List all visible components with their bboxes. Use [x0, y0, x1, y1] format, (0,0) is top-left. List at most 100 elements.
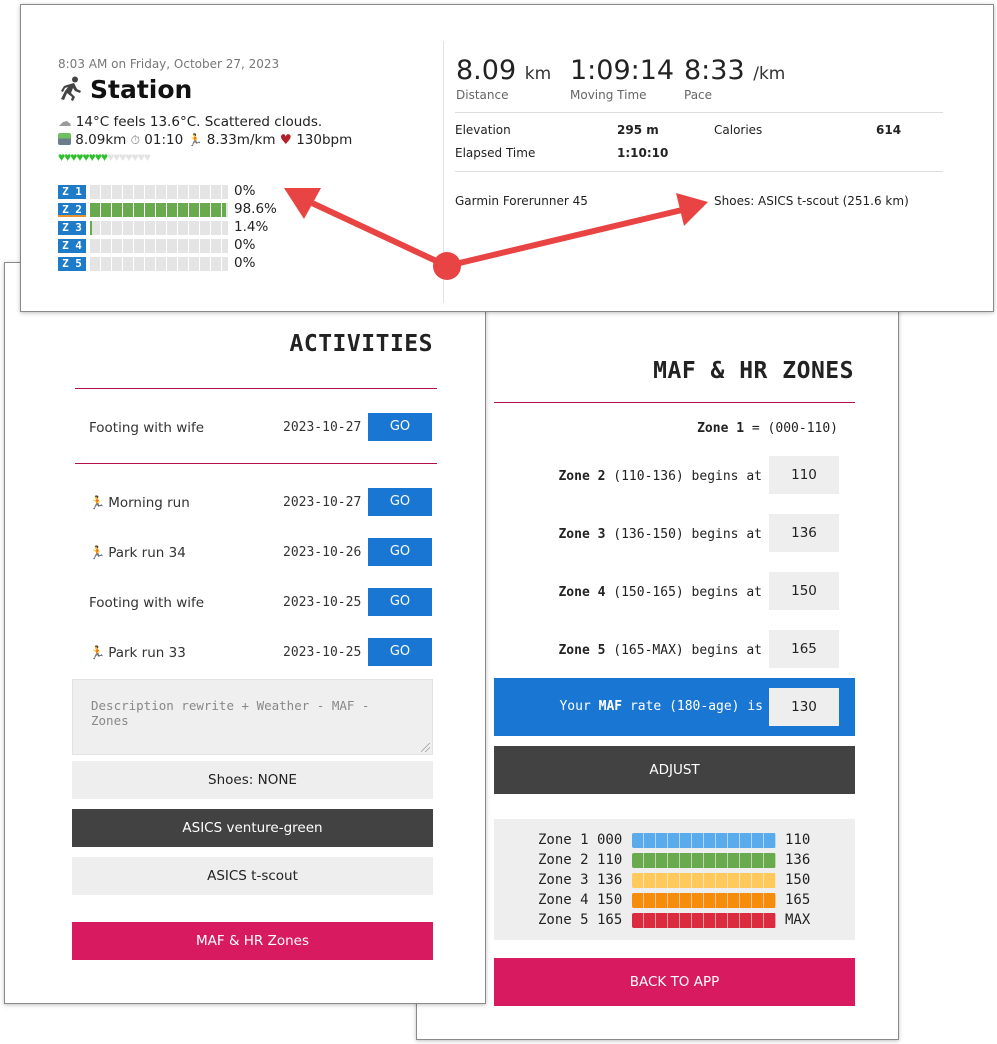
activity-name: Footing with wife	[89, 420, 205, 436]
summary-distance: 8.09km	[75, 132, 127, 148]
activity-row[interactable]: Footing with wife 2023-10-25 GO	[75, 588, 435, 618]
zone-5-input[interactable]: 165	[769, 630, 839, 668]
zone-track	[90, 203, 228, 217]
adjust-button[interactable]: ADJUST	[494, 746, 855, 794]
activity-row[interactable]: 🏃 Park run 33 2023-10-25 GO	[75, 638, 435, 668]
moving-time-value: 1:09:14	[570, 55, 675, 86]
activity-name: 🏃 Park run 33	[89, 645, 186, 661]
zone-chart-bar	[632, 833, 776, 848]
zone-chart-label: Zone 5 165	[538, 912, 623, 928]
zone-1-name: Zone 1	[697, 421, 745, 436]
weather-text: 14°C feels 13.6°C. Scattered clouds.	[75, 114, 323, 130]
zone-4-input[interactable]: 150	[769, 572, 839, 610]
zone-chart-row-3: Zone 3 136 150	[494, 871, 855, 889]
go-button[interactable]: GO	[368, 413, 432, 441]
zone-chart-label: Zone 3 136	[538, 872, 623, 888]
moving-time-label: Moving Time	[570, 88, 647, 102]
zone-3-input[interactable]: 136	[769, 514, 839, 552]
maf-prefix: Your	[559, 699, 591, 714]
pace-stat: 8:33 /km Pace	[684, 55, 785, 102]
cloud-icon: ☁	[58, 114, 72, 130]
activity-name: Station	[90, 75, 193, 104]
zone-fill	[90, 221, 92, 235]
go-button[interactable]: GO	[368, 538, 432, 566]
elapsed-label: Elapsed Time	[455, 146, 536, 160]
go-button[interactable]: GO	[368, 488, 432, 516]
zone-2-input[interactable]: 110	[769, 456, 839, 494]
zone-track	[90, 239, 228, 253]
activity-name: 🏃 Morning run	[89, 495, 190, 511]
distance-unit: km	[524, 64, 552, 84]
zone-4-label: Zone 4 (150-165) begins at	[558, 585, 762, 600]
distance-label: Distance	[456, 88, 509, 102]
elevation-value: 295 m	[617, 123, 659, 137]
title-divider	[75, 388, 437, 389]
summary-pace: 8.33m/km	[206, 132, 276, 148]
activity-divider	[75, 463, 437, 464]
pace-value: 8:33	[684, 55, 745, 86]
zone-4-name: Zone 4	[558, 585, 606, 600]
zone-track	[90, 257, 228, 271]
activities-title: ACTIVITIES	[289, 331, 433, 357]
zone-5-label: Zone 5 (165-MAX) begins at	[558, 643, 762, 658]
stopwatch-icon: ⏱	[130, 133, 140, 147]
maf-word: MAF	[598, 699, 623, 714]
resize-grip-icon[interactable]	[421, 743, 430, 752]
zone-chart-end: MAX	[785, 912, 811, 928]
heart-icon: ♥	[143, 150, 151, 164]
activity-row[interactable]: 🏃 Park run 34 2023-10-26 GO	[75, 538, 435, 568]
shoe-option-venture-green[interactable]: ASICS venture-green	[72, 809, 433, 847]
maf-hr-zones-button[interactable]: MAF & HR Zones	[72, 922, 433, 960]
back-to-app-button[interactable]: BACK TO APP	[494, 958, 855, 1006]
vertical-divider	[443, 41, 444, 303]
activities-panel: ACTIVITIES Footing with wife 2023-10-27 …	[4, 262, 486, 1004]
activity-summary-panel: 8:03 AM on Friday, October 27, 2023 Stat…	[20, 4, 994, 312]
zone-chart-label: Zone 1 000	[538, 832, 623, 848]
runner-icon: 🏃	[89, 496, 106, 511]
zone-percent: 0%	[234, 255, 256, 271]
description-textarea[interactable]: Description rewrite + Weather - MAF - Zo…	[72, 679, 433, 755]
moving-time-stat: 1:09:14 Moving Time	[570, 55, 674, 102]
zone-badge: Z 5	[58, 257, 86, 271]
activity-row[interactable]: Footing with wife 2023-10-27 GO	[75, 413, 435, 443]
details-divider	[455, 171, 943, 172]
zone-2-label: Zone 2 (110-136) begins at	[558, 469, 762, 484]
maf-rate-input[interactable]: 130	[769, 688, 839, 726]
maf-hr-zones-panel: MAF & HR ZONES Zone 1 = (000-110) Zone 2…	[416, 300, 899, 1040]
activity-name: Footing with wife	[89, 595, 205, 611]
distance-stat: 8.09 km Distance	[456, 55, 551, 102]
runner-icon: 🏃	[89, 546, 106, 561]
title-divider	[494, 402, 855, 403]
zone-badge: Z 1	[58, 185, 86, 199]
shoe-option-none[interactable]: Shoes: NONE	[72, 761, 433, 799]
zone-chart-label: Zone 4 150	[538, 892, 623, 908]
distance-value: 8.09	[456, 55, 517, 86]
zone-badge: Z 4	[58, 239, 86, 253]
activity-row[interactable]: 🏃 Morning run 2023-10-27 GO	[75, 488, 435, 518]
go-button[interactable]: GO	[368, 638, 432, 666]
zone-chart-row-1: Zone 1 000 110	[494, 831, 855, 849]
zone-3-range: (136-150) begins at	[613, 527, 762, 542]
zone-3-name: Zone 3	[558, 527, 606, 542]
zone-chart-label: Zone 2 110	[538, 852, 623, 868]
zone-track	[90, 221, 228, 235]
zone-chart-end: 110	[785, 832, 811, 848]
shoe-option-t-scout[interactable]: ASICS t-scout	[72, 857, 433, 895]
zone-2-range: (110-136) begins at	[613, 469, 762, 484]
pace-unit: /km	[753, 64, 786, 84]
shoes-info: Shoes: ASICS t-scout (251.6 km)	[714, 194, 909, 208]
zone-percent: 1.4%	[234, 219, 269, 235]
device-name: Garmin Forerunner 45	[455, 194, 588, 208]
zone-range-chart: Zone 1 000 110 Zone 2 110 136 Zone 3 136…	[494, 819, 855, 940]
zone-chart-end: 150	[785, 872, 811, 888]
zone-track	[90, 185, 228, 199]
zone-4-range: (150-165) begins at	[613, 585, 762, 600]
go-button[interactable]: GO	[368, 588, 432, 616]
stats-divider	[455, 112, 943, 113]
weather-line: ☁ 14°C feels 13.6°C. Scattered clouds.	[58, 114, 322, 130]
zone-chart-row-2: Zone 2 110 136	[494, 851, 855, 869]
activity-date: 2023-10-25	[283, 645, 362, 660]
zone-1-range: = (000-110)	[751, 421, 838, 436]
activity-date: 2023-10-27	[283, 420, 362, 435]
summary-time: 01:10	[144, 132, 184, 148]
